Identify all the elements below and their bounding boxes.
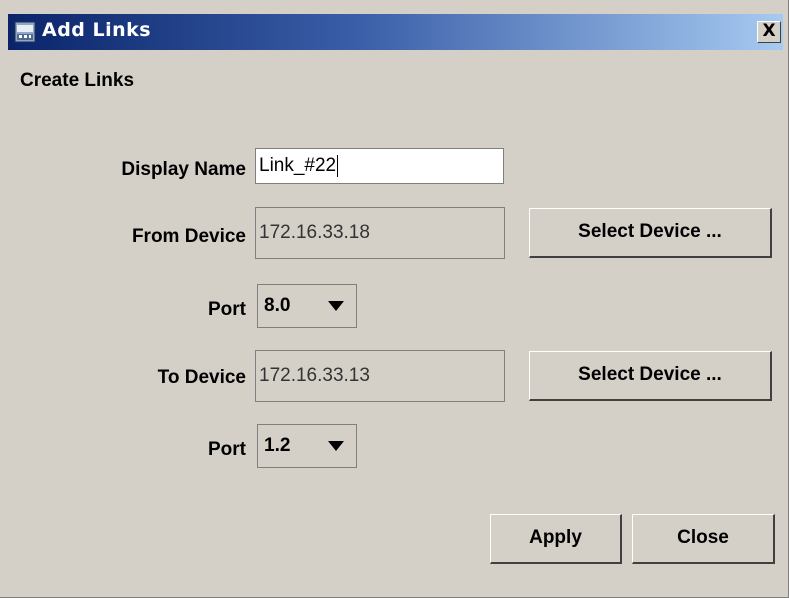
title-bar[interactable]: Add Links X (8, 14, 783, 50)
from-device-value: 172.16.33.18 (259, 222, 370, 243)
add-links-dialog: Add Links X Create Links Display Name Li… (0, 0, 789, 598)
window-title: Add Links (42, 19, 152, 41)
to-port-value: 1.2 (264, 435, 291, 456)
to-device-value: 172.16.33.13 (259, 365, 370, 386)
chevron-down-icon (328, 441, 344, 451)
display-name-value: Link_#22 (259, 155, 337, 176)
to-port-dropdown[interactable]: 1.2 (257, 424, 357, 468)
display-name-input[interactable]: Link_#22 (255, 148, 504, 184)
apply-button[interactable]: Apply (490, 514, 622, 564)
to-device-field: 172.16.33.13 (255, 350, 505, 402)
close-window-button[interactable]: X (757, 21, 781, 43)
display-name-label: Display Name (121, 159, 246, 180)
device-link-icon (14, 21, 36, 43)
from-port-value: 8.0 (264, 295, 291, 316)
to-select-device-button[interactable]: Select Device ... (529, 351, 772, 401)
from-port-label: Port (208, 299, 246, 320)
from-select-device-button[interactable]: Select Device ... (529, 208, 772, 258)
chevron-down-icon (328, 301, 344, 311)
form-heading: Create Links (20, 70, 135, 91)
text-caret (337, 154, 339, 177)
close-button[interactable]: Close (632, 514, 775, 564)
from-device-field: 172.16.33.18 (255, 207, 505, 259)
to-device-label: To Device (157, 367, 246, 388)
from-port-dropdown[interactable]: 8.0 (257, 284, 357, 328)
to-port-label: Port (208, 439, 246, 460)
from-device-label: From Device (131, 226, 246, 247)
